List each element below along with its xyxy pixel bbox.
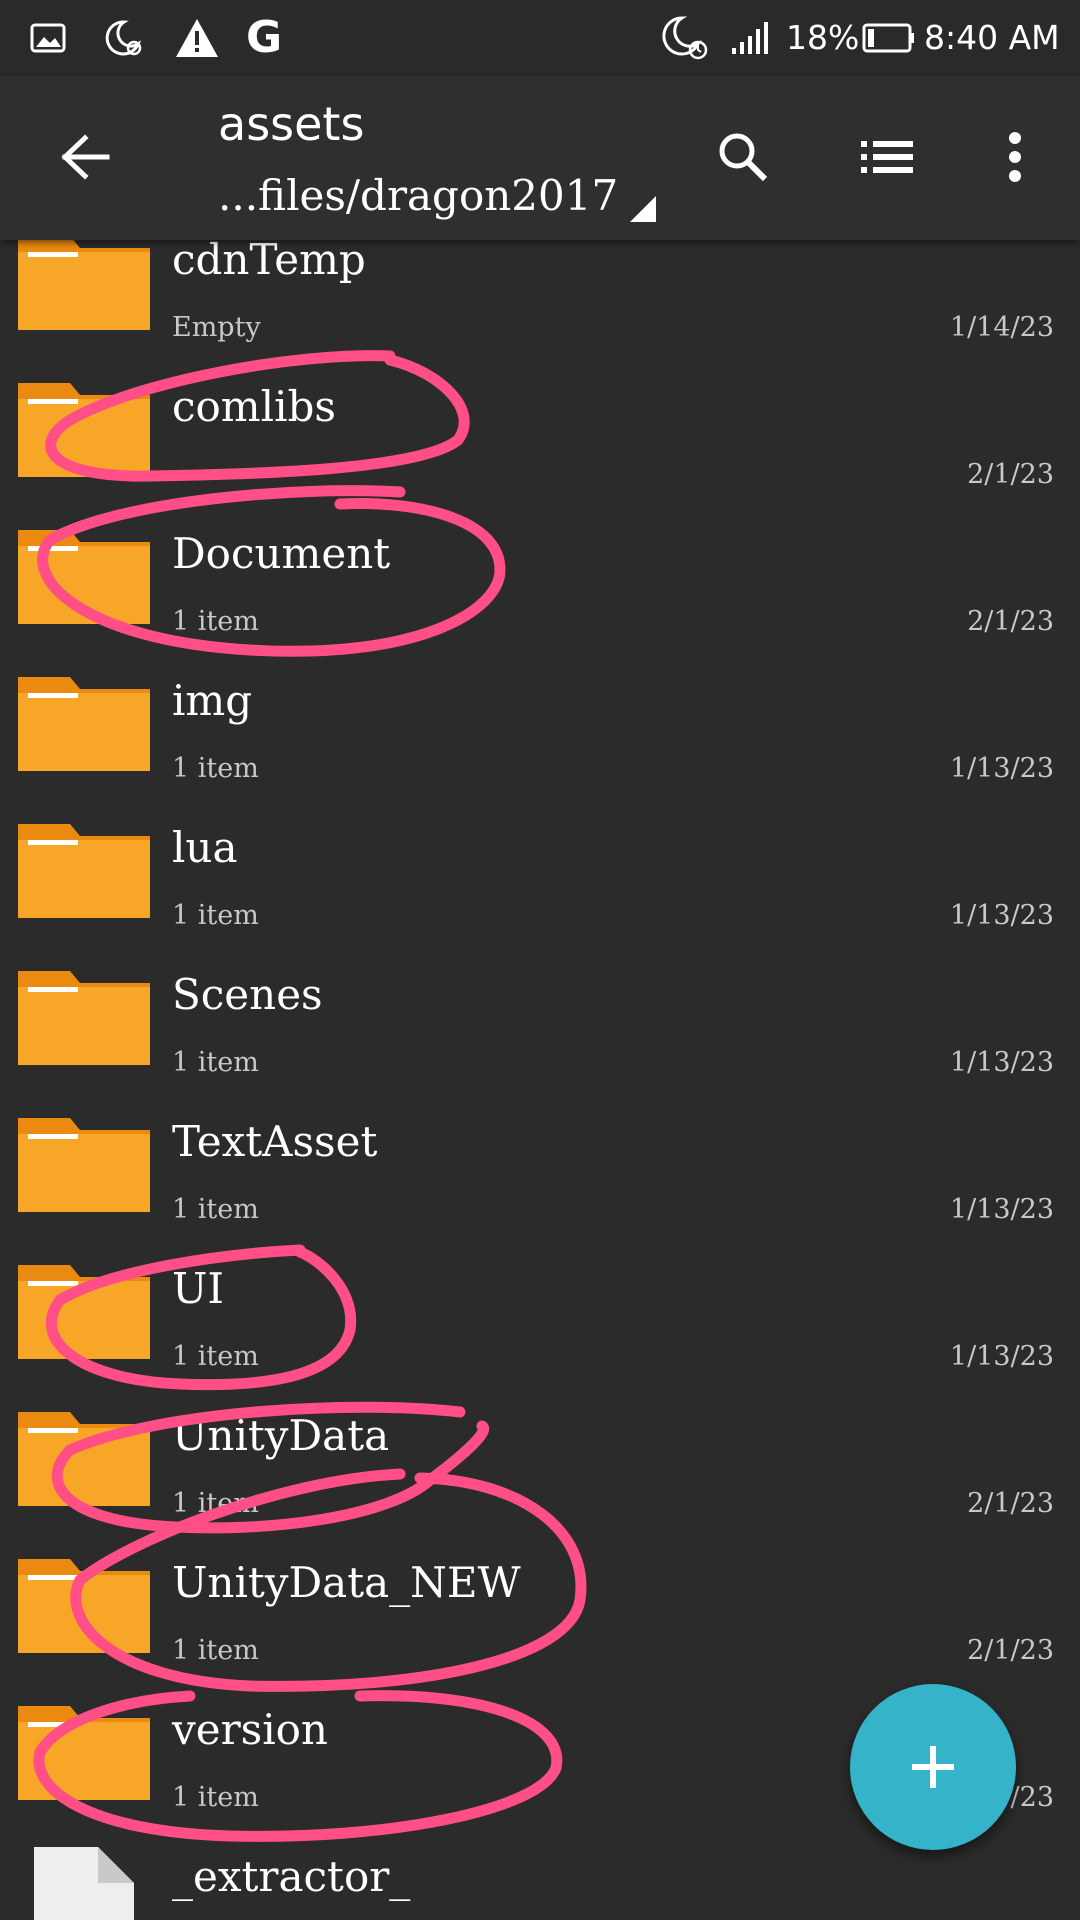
folder-icon [18, 1700, 150, 1806]
folder-icon [18, 524, 150, 630]
item-details: 1 item [172, 1635, 259, 1666]
item-name: UnityData_NEW [172, 1558, 521, 1607]
folder-icon [18, 377, 150, 483]
list-item[interactable]: Document 1 item 2/1/23 [0, 524, 1080, 671]
path-dropdown-triangle-icon[interactable] [628, 194, 658, 224]
item-details: 1 item [172, 1341, 259, 1372]
item-date: 2/1/23 [967, 1488, 1054, 1519]
item-details: 1 item [172, 1488, 259, 1519]
status-bar: G 18% 8:40 AM [0, 0, 1080, 76]
list-item[interactable]: lua 1 item 1/13/23 [0, 818, 1080, 965]
item-details: 1 item [172, 1047, 259, 1078]
item-date: 1/13/23 [949, 1341, 1054, 1372]
item-date: 1/14/23 [949, 312, 1054, 343]
folder-path[interactable]: ...files/dragon2017 [218, 166, 618, 226]
item-name: comlibs [172, 382, 336, 431]
list-item[interactable]: UI 1 item 1/13/23 [0, 1259, 1080, 1406]
folder-icon [18, 1406, 150, 1512]
add-button[interactable] [850, 1684, 1016, 1850]
folder-icon [18, 965, 150, 1071]
search-button[interactable] [698, 112, 788, 202]
item-date: 1/13/23 [949, 753, 1054, 784]
list-item[interactable]: _extractor_ [0, 1847, 1080, 1920]
list-view-icon [861, 141, 913, 173]
list-view-button[interactable] [842, 112, 932, 202]
folder-icon [18, 1112, 150, 1218]
item-details: 1 item [172, 900, 259, 931]
item-date: 1/13/23 [949, 1047, 1054, 1078]
list-item[interactable]: UnityData_NEW 1 item 2/1/23 [0, 1553, 1080, 1700]
clock: 8:40 AM [924, 18, 1060, 57]
folder-icon [18, 240, 150, 336]
item-name: _extractor_ [172, 1852, 411, 1901]
file-icon [34, 1847, 166, 1920]
gallery-icon [30, 14, 66, 62]
folder-title: assets [218, 97, 365, 151]
back-button[interactable] [40, 112, 130, 202]
item-date: 2/1/23 [967, 1635, 1054, 1666]
item-date: 1/13/23 [949, 900, 1054, 931]
plus-icon [912, 1746, 954, 1788]
more-vert-icon [1009, 132, 1021, 182]
list-item[interactable]: cdnTemp Empty 1/14/23 [0, 240, 1080, 377]
signal-icon [730, 14, 774, 62]
list-item[interactable]: Scenes 1 item 1/13/23 [0, 965, 1080, 1112]
alarm-icon [660, 14, 712, 62]
list-item[interactable]: comlibs 2/1/23 [0, 377, 1080, 524]
list-item[interactable]: UnityData 1 item 2/1/23 [0, 1406, 1080, 1553]
back-arrow-icon [61, 134, 110, 180]
folder-icon [18, 818, 150, 924]
google-icon: G [246, 12, 283, 63]
folder-icon [18, 671, 150, 777]
do-not-disturb-icon [104, 14, 144, 62]
more-options-button[interactable] [970, 112, 1060, 202]
item-name: Document [172, 529, 391, 578]
item-details: 1 item [172, 1194, 259, 1225]
list-item[interactable]: TextAsset 1 item 1/13/23 [0, 1112, 1080, 1259]
item-name: cdnTemp [172, 240, 366, 284]
item-details: 1 item [172, 606, 259, 637]
folder-icon [18, 1259, 150, 1365]
item-name: lua [172, 823, 238, 872]
item-name: UI [172, 1264, 224, 1313]
item-date: 1/13/23 [949, 1194, 1054, 1225]
item-name: Scenes [172, 970, 323, 1019]
item-name: img [172, 676, 253, 725]
battery-icon [862, 14, 916, 62]
item-date: 2/1/23 [967, 459, 1054, 490]
folder-icon [18, 1553, 150, 1659]
item-details: 1 item [172, 753, 259, 784]
item-details: 1 item [172, 1782, 259, 1813]
list-item[interactable]: img 1 item 1/13/23 [0, 671, 1080, 818]
item-details: Empty [172, 312, 261, 343]
item-date: 2/1/23 [967, 606, 1054, 637]
file-manager-screen: G 18% 8:40 AM assets ...files/dragon2017… [0, 0, 1080, 1920]
toolbar: assets ...files/dragon2017 [0, 76, 1080, 240]
warning-icon [174, 14, 220, 62]
battery-percent: 18% [786, 18, 860, 57]
search-icon [719, 133, 768, 182]
item-name: UnityData [172, 1411, 390, 1460]
file-list: cdnTemp Empty 1/14/23 comlibs 2/1/23 Document… [0, 240, 1080, 1920]
item-name: version [172, 1705, 328, 1754]
item-name: TextAsset [172, 1117, 378, 1166]
